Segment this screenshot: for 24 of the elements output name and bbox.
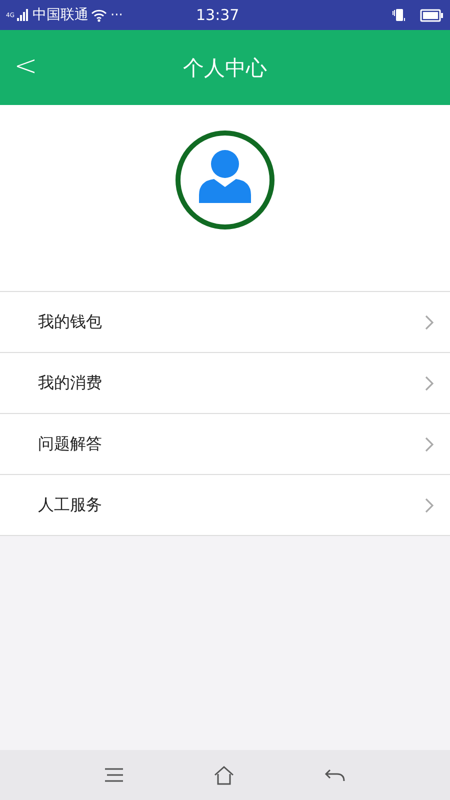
menu-item[interactable]: 人工服务	[0, 475, 450, 536]
menu-button[interactable]	[104, 768, 124, 782]
menu-item[interactable]: 我的钱包	[0, 292, 450, 353]
menu-label: 问题解答	[38, 434, 102, 454]
carrier-name: 中国联通	[32, 6, 88, 24]
chevron-icon	[425, 498, 434, 512]
page-title: 个人中心	[183, 54, 267, 82]
menu-item[interactable]: 我的消费	[0, 353, 450, 414]
battery-icon	[420, 8, 444, 22]
signal-icon	[17, 9, 30, 21]
vibrate-icon	[392, 8, 406, 22]
back-nav-button[interactable]	[324, 768, 346, 782]
menu-label: 人工服务	[38, 494, 102, 516]
wifi-icon	[91, 8, 108, 22]
menu-label: 我的钱包	[38, 312, 102, 332]
menu-label: 我的消费	[38, 372, 102, 394]
chevron-icon	[425, 436, 434, 452]
chevron-icon	[425, 376, 434, 390]
menu-item[interactable]: 问题解答	[0, 414, 450, 475]
home-button[interactable]	[212, 765, 235, 785]
avatar-icon[interactable]	[175, 130, 275, 230]
clock: 13:37	[196, 6, 240, 24]
chevron-icon	[425, 314, 434, 330]
more-indicator: ···	[110, 8, 123, 22]
